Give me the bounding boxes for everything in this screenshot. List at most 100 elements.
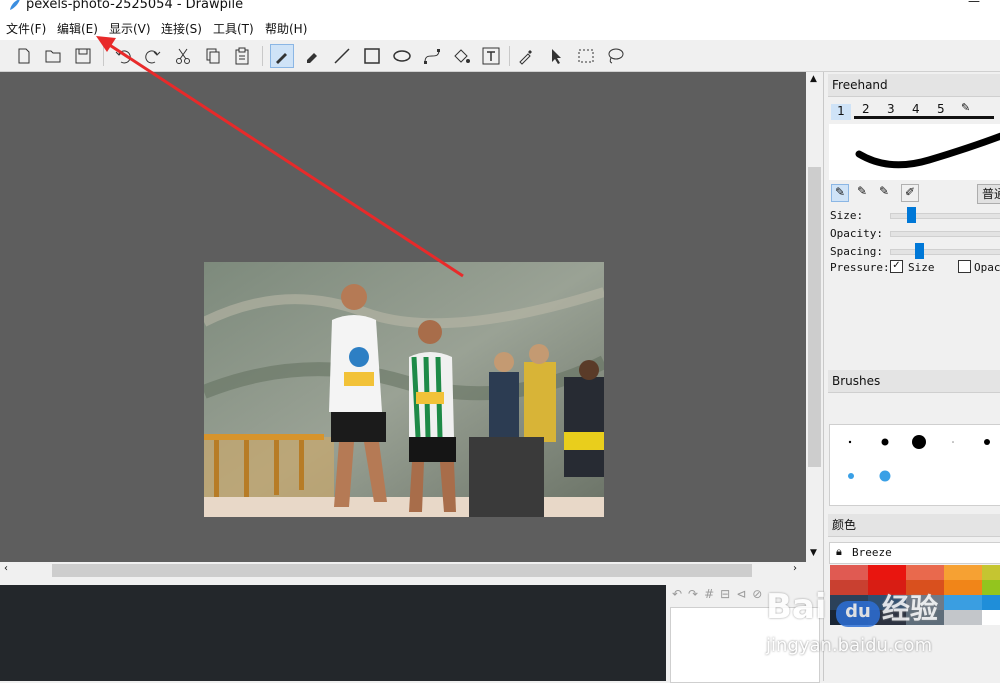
color-swatch[interactable] [868,565,906,580]
tab-slot-5[interactable]: 5 [937,102,945,116]
color-swatches[interactable] [830,565,1000,657]
menu-view[interactable]: 显示(V) [109,20,151,37]
canvas-image [204,262,604,517]
menu-file[interactable]: 文件(F) [6,20,46,37]
palette-selector[interactable]: 🔒︎ Breeze [829,542,1000,564]
lasso-icon[interactable] [603,44,627,68]
brush-type-buttons: ✎ ✎ ✎ ✐ [829,184,919,202]
freehand-title: Freehand [828,74,1000,97]
rectangle-icon[interactable] [360,44,384,68]
scroll-up-icon[interactable]: ▲ [810,74,817,84]
tab-slot-3[interactable]: 3 [887,102,895,116]
color-swatch[interactable] [944,610,982,625]
layer-list[interactable] [670,607,820,683]
color-swatch[interactable] [982,610,1000,625]
soft-brush-icon[interactable]: ✎ [853,184,871,202]
redo-icon[interactable] [141,44,165,68]
opacity-label: Opacity: [830,227,883,240]
copy-icon[interactable] [201,44,225,68]
scroll-left-icon[interactable]: ‹ [4,563,8,574]
color-swatch[interactable] [982,595,1000,610]
pressure-label: Pressure: [830,261,890,274]
colors-title: 颜色 [828,514,1000,537]
open-folder-icon[interactable] [41,44,65,68]
color-swatch[interactable] [982,565,1000,580]
color-swatch[interactable] [944,595,982,610]
title-bar: pexels-photo-2525054 - Drawpile — [0,0,1000,16]
color-swatch[interactable] [868,580,906,595]
chat-panel [0,585,666,681]
eraser-slot-icon[interactable]: ✎ [961,101,970,114]
vertical-scroll-thumb[interactable] [808,167,821,467]
color-swatch[interactable] [830,580,868,595]
color-picker-icon[interactable] [514,44,538,68]
cut-icon[interactable] [171,44,195,68]
ellipse-icon[interactable] [390,44,414,68]
color-swatch[interactable] [830,610,868,625]
size-label: Size: [830,209,864,222]
brush-preview [829,124,1000,180]
save-icon[interactable] [71,44,95,68]
pixel-brush-icon[interactable]: ✎ [831,184,849,202]
layer-toolbar-icons[interactable]: ↶↷#⊟⊲⊘ [672,587,768,601]
tab-slot-1[interactable]: 1 [831,104,851,120]
size-slider[interactable] [890,207,1000,223]
brush-slot-tabs: 1 2 3 4 5 ✎ [829,101,1000,120]
opacity-slider[interactable] [890,231,1000,237]
pressure-size-label: Size [908,261,935,274]
bezier-icon[interactable] [420,44,444,68]
brush-presets[interactable] [829,424,1000,506]
color-swatch[interactable] [906,580,944,595]
color-swatch[interactable] [868,595,906,610]
pressure-size-checkbox[interactable]: ✓ [890,260,903,273]
menu-tools[interactable]: 工具(T) [213,20,254,37]
pressure-opacity-label: Opac [974,261,1000,274]
pressure-opacity-checkbox[interactable] [958,260,971,273]
tab-slot-4[interactable]: 4 [912,102,920,116]
eraser-icon[interactable] [300,44,324,68]
select-arrow-icon[interactable] [544,44,568,68]
toolbar [0,40,1000,72]
minimize-button[interactable]: — [968,0,980,8]
color-swatch[interactable] [944,565,982,580]
menu-help[interactable]: 帮助(H) [265,20,307,37]
horizontal-scrollbar[interactable]: ‹ › [0,562,806,579]
spacing-slider[interactable] [890,243,1000,259]
color-swatch[interactable] [868,610,906,625]
menu-bar: 文件(F) 编辑(E) 显示(V) 连接(S) 工具(T) 帮助(H) [0,16,1000,41]
color-swatch[interactable] [906,565,944,580]
brushes-title: Brushes [828,370,1000,393]
text-icon[interactable] [479,44,503,68]
right-dock: Freehand 1 2 3 4 5 ✎ ✎ ✎ ✎ ✐ 普通 Size: Op… [823,72,1000,681]
color-swatch[interactable] [982,580,1000,595]
watercolor-brush-icon[interactable]: ✎ [875,184,893,202]
menu-connect[interactable]: 连接(S) [161,20,202,37]
horizontal-scroll-thumb[interactable] [52,564,752,577]
spacing-label: Spacing: [830,245,883,258]
brush-icon[interactable] [270,44,294,68]
tab-slot-2[interactable]: 2 [862,102,870,116]
palette-name: Breeze [852,546,892,559]
color-swatch[interactable] [830,595,868,610]
color-swatch[interactable] [944,580,982,595]
blend-mode-dropdown[interactable]: 普通 [977,184,1000,204]
color-swatch[interactable] [906,610,944,625]
line-icon[interactable] [330,44,354,68]
color-swatch[interactable] [830,565,868,580]
undo-icon[interactable] [111,44,135,68]
scroll-right-icon[interactable]: › [793,563,797,574]
menu-edit[interactable]: 编辑(E) [57,20,98,37]
paste-icon[interactable] [230,44,254,68]
rect-select-icon[interactable] [574,44,598,68]
color-swatch[interactable] [906,595,944,610]
canvas-view[interactable] [0,72,806,562]
smudge-brush-icon[interactable]: ✐ [901,184,919,202]
new-file-icon[interactable] [12,44,36,68]
scroll-down-icon[interactable]: ▼ [810,548,817,558]
window-title: pexels-photo-2525054 - Drawpile [26,0,244,12]
vertical-scrollbar[interactable]: ▲ ▼ [806,72,823,562]
layer-panel: ↶↷#⊟⊲⊘ [666,585,822,683]
drawpile-logo-icon [10,0,20,10]
fill-bucket-icon[interactable] [449,44,473,68]
lock-icon[interactable]: 🔒︎ [836,545,842,559]
